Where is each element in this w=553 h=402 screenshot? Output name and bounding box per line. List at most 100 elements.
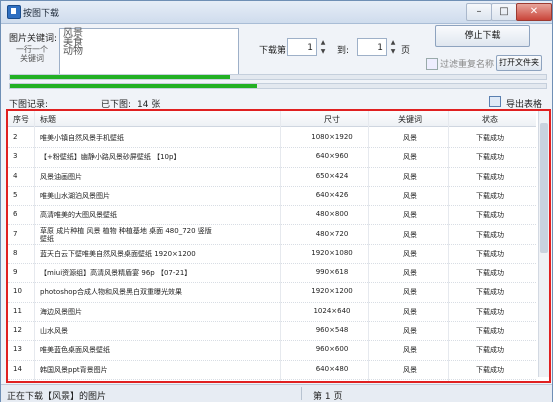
cell-keyword: 风景	[403, 153, 417, 162]
page-from-input[interactable]: 1	[287, 38, 317, 56]
cell-size: 990×618	[315, 268, 349, 277]
minimize-button[interactable]: –	[466, 3, 492, 21]
table-row[interactable]: 10 photoshop合成人物和风景黑白双重曝光效果 1920×1200 风景 下载成…	[8, 281, 536, 303]
cell-keyword: 风景	[403, 191, 417, 200]
table-row[interactable]: 2 唯美小镇自然风景手机壁纸 1080×1920 风景 下载成功	[8, 127, 536, 149]
cell-size: 960×600	[315, 345, 349, 354]
app-icon	[7, 5, 21, 19]
cell-status: 下载成功	[476, 230, 504, 239]
keyword-textarea[interactable]: 风景 美食 动物	[59, 28, 239, 76]
cell-no: 3	[13, 152, 18, 161]
page-to-input[interactable]: 1	[357, 38, 387, 56]
cell-keyword: 风景	[403, 346, 417, 355]
cell-title: 【miui资源组】高清风景精盾宴 96p 【07-21】	[40, 269, 192, 278]
cell-no: 13	[13, 345, 22, 354]
table-row[interactable]: 6 高清唯美的大图风景壁纸 480×800 风景 下载成功	[8, 204, 536, 226]
export-icon[interactable]	[489, 96, 501, 107]
page-from-label: 下载第:	[259, 46, 290, 56]
cell-size: 1080×1920	[311, 133, 353, 141]
cell-size: 960×548	[315, 326, 349, 334]
col-size[interactable]: 尺寸	[292, 114, 372, 125]
status-page: 第 1 页	[313, 392, 343, 402]
cell-title: 蓝天白云下壁唯美自然风景桌面壁纸 1920×1200	[40, 249, 196, 258]
cell-size: 480×720	[315, 229, 349, 238]
cell-status: 下载成功	[476, 191, 504, 200]
maximize-button[interactable]: □	[491, 3, 517, 21]
cell-title: 【+粉壁纸】幽静小路风景砂屏壁纸 【10p】	[40, 153, 181, 162]
cell-size: 640×480	[315, 364, 349, 373]
cell-no: 8	[13, 248, 18, 257]
col-title[interactable]: 标题	[40, 114, 56, 125]
cell-title: 海边风景图片	[40, 307, 82, 316]
table-row[interactable]: 5 唯美山水湖泊风景图片 640×426 风景 下载成功	[8, 185, 536, 207]
stop-download-button[interactable]: 停止下载	[435, 25, 530, 47]
table-row[interactable]: 13 唯美蓝色桌面风景壁纸 960×600 风景 下载成功	[8, 339, 536, 361]
cell-size: 640×960	[315, 152, 349, 161]
col-status[interactable]: 状态	[460, 114, 520, 125]
cell-size: 480×800	[315, 210, 349, 219]
keyword-line: 美食	[63, 37, 83, 48]
table-row[interactable]: 11 海边风景图片 1024×640 风景 下载成功	[8, 301, 536, 322]
cell-title: 风景油画图片	[40, 172, 82, 181]
cell-status: 下载成功	[476, 249, 504, 258]
cell-keyword: 风景	[403, 134, 417, 142]
cell-status: 下载成功	[476, 269, 504, 278]
progress-bar-pages	[9, 83, 547, 89]
table-row[interactable]: 8 蓝天白云下壁唯美自然风景桌面壁纸 1920×1200 1920×1080 风景 下载…	[8, 243, 536, 265]
cell-size: 650×424	[315, 171, 349, 180]
cell-status: 下载成功	[476, 327, 504, 335]
page-unit-label: 页	[401, 46, 411, 56]
status-separator	[301, 387, 302, 400]
window-title: 按图下载	[23, 9, 60, 19]
table-row[interactable]: 4 风景油画图片 650×424 风景 下载成功	[8, 166, 536, 187]
cell-status: 下载成功	[476, 307, 504, 316]
cell-keyword: 风景	[403, 172, 417, 181]
cell-size: 1024×640	[313, 306, 351, 315]
table-row[interactable]: 7 草原 成片种植 风景 植物 种植基地 桌面 480_720 竖版 壁纸 480×7…	[8, 224, 536, 245]
cell-title: 高清唯美的大图风景壁纸	[40, 211, 117, 220]
close-button[interactable]: ✕	[516, 3, 552, 21]
cell-status: 下载成功	[476, 211, 504, 220]
cell-no: 2	[13, 133, 18, 141]
cell-title: 唯美小镇自然风景手机壁纸	[40, 134, 124, 142]
col-keyword[interactable]: 关键词	[380, 114, 440, 125]
cell-no: 10	[13, 287, 22, 296]
cell-no: 5	[13, 190, 18, 199]
filter-duplicates-checkbox[interactable]	[426, 58, 438, 70]
filter-duplicates-label: 过滤重复名称	[440, 60, 495, 70]
table-row[interactable]: 9 【miui资源组】高清风景精盾宴 96p 【07-21】 990×618 风景 下载…	[8, 262, 536, 284]
cell-title: 唯美山水湖泊风景图片	[40, 191, 110, 200]
cell-title: photoshop合成人物和风景黑白双重曝光效果	[40, 288, 182, 297]
cell-status: 下载成功	[476, 134, 504, 142]
scrollbar-thumb[interactable]	[540, 123, 548, 253]
col-no[interactable]: 序号	[13, 114, 29, 125]
cell-no: 11	[13, 306, 22, 315]
vertical-scrollbar[interactable]	[538, 111, 549, 377]
open-folder-button[interactable]: 打开文件夹	[496, 55, 542, 71]
table-row[interactable]: 3 【+粉壁纸】幽静小路风景砂屏壁纸 【10p】 640×960 风景 下载成功	[8, 146, 536, 168]
cell-status: 下载成功	[476, 153, 504, 162]
cell-no: 7	[13, 229, 18, 238]
cell-title: 韩国风景ppt背景图片	[40, 365, 108, 374]
keyword-line: 风景	[63, 28, 83, 39]
table-row[interactable]: 12 山水风景 960×548 风景 下载成功	[8, 320, 536, 342]
page-from-stepper[interactable]: ▲ ▼	[319, 38, 327, 56]
app-window: 按图下载 – □ ✕ 图片关键词: 一行一个 关键词 风景 美食 动物 下载第:…	[0, 0, 553, 402]
page-to-stepper[interactable]: ▲ ▼	[389, 38, 397, 56]
cell-no: 6	[13, 210, 18, 219]
cell-title: 山水风景	[40, 327, 68, 335]
cell-keyword: 风景	[403, 211, 417, 220]
progress-bar-keywords	[9, 74, 547, 80]
progress-fill	[10, 75, 230, 79]
keyword-label: 图片关键词:	[9, 34, 58, 44]
page-to-label: 到:	[337, 46, 350, 56]
cell-status: 下载成功	[476, 346, 504, 355]
cell-no: 4	[13, 171, 18, 180]
keyword-hint: 一行一个 关键词	[16, 45, 48, 63]
cell-keyword: 风景	[403, 307, 417, 316]
title-bar: 按图下载 – □ ✕	[1, 1, 552, 24]
table-row[interactable]: 14 韩国风景ppt背景图片 640×480 风景 下载成功	[8, 359, 536, 380]
cell-keyword: 风景	[403, 365, 417, 374]
status-text: 正在下载【风景】的图片	[7, 392, 107, 402]
cell-title: 唯美蓝色桌面风景壁纸	[40, 346, 110, 355]
